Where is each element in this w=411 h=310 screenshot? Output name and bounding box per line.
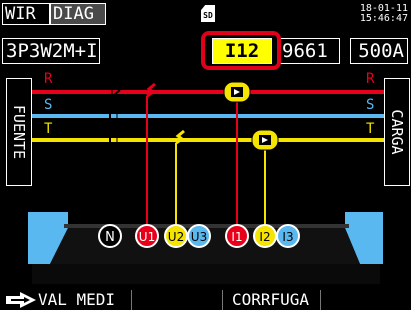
load-label: CARGA xyxy=(388,109,406,155)
clamp-sensor-i2 xyxy=(251,129,279,151)
load-box: CARGA xyxy=(384,78,410,186)
phase-label-t-left: T xyxy=(44,121,53,137)
phase-label-s-left: S xyxy=(44,97,53,113)
softkey-4[interactable] xyxy=(320,290,409,310)
softkey-val-medi-label: VAL MEDI xyxy=(38,290,116,309)
softkey-2[interactable] xyxy=(131,290,223,310)
softkey-bar: VAL MEDI CORRFUGA xyxy=(0,290,411,310)
arrow-right-icon xyxy=(6,292,36,308)
source-box: FUENTE xyxy=(6,78,32,186)
softkey-val-medi[interactable]: VAL MEDI xyxy=(2,290,126,310)
source-label: FUENTE xyxy=(10,104,28,160)
instrument-body xyxy=(28,212,383,284)
softkey-corrfuga[interactable]: CORRFUGA xyxy=(226,290,316,310)
phase-label-t-right: T xyxy=(366,121,375,137)
phase-label-r-right: R xyxy=(366,71,375,87)
phase-label-s-right: S xyxy=(366,97,375,113)
lead-n-outline xyxy=(111,82,118,225)
wiring-diagram xyxy=(28,81,384,284)
phase-label-r-left: R xyxy=(44,71,53,87)
clamp-sensor-i1 xyxy=(223,81,251,103)
screen: WIR DIAG SD 18-01-11 15:46:47 3P3W2M+I I… xyxy=(0,0,411,310)
